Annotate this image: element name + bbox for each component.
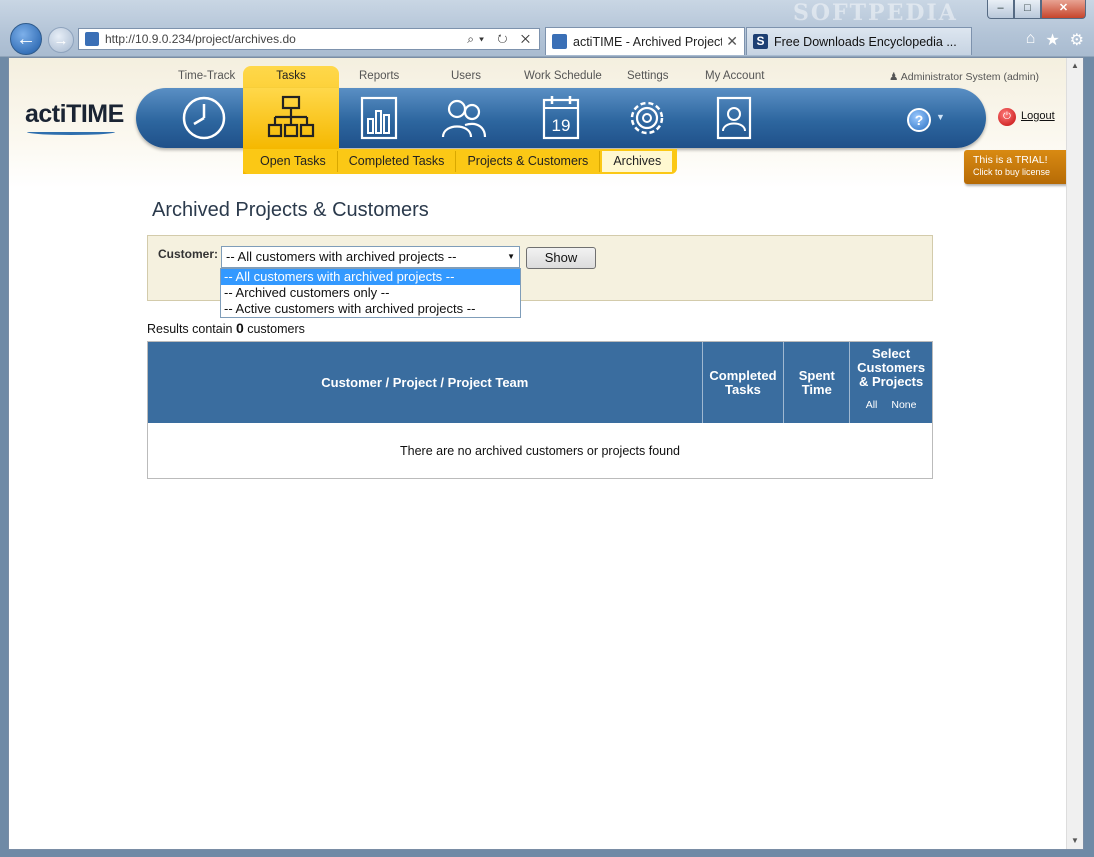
select-option[interactable]: -- All customers with archived projects … [221,269,520,285]
col-completed-l2: Tasks [725,381,761,397]
nav-time-track[interactable]: Time-Track [178,70,235,82]
page-viewport: actiTIME Time-Track Tasks Reports Users … [8,57,1084,850]
results-prefix: Results contain [147,322,233,336]
help-icon[interactable]: ? [907,108,931,132]
tab-favicon [552,34,567,49]
tasks-hierarchy-icon[interactable] [266,93,316,143]
minimize-button[interactable]: – [987,0,1014,19]
address-tools[interactable]: ⌕▾ ↻ ✕ [467,32,539,47]
chevron-down-icon[interactable]: ▼ [936,112,945,122]
select-links: All None [866,398,917,412]
watermark: SOFTPEDIA [793,0,958,26]
actitime-logo[interactable]: actiTIME [25,100,124,129]
softpedia-icon: S [753,34,768,49]
maximize-button[interactable]: □ [1014,0,1041,19]
archive-table: Customer / Project / Project Team Comple… [147,341,933,479]
nav-work-schedule[interactable]: Work Schedule [524,70,602,82]
tab-title: Free Downloads Encyclopedia ... [774,34,957,49]
scroll-up-icon[interactable]: ▲ [1067,58,1083,74]
browser-tab-actitime[interactable]: actiTIME - Archived Project... ✕ [545,27,745,55]
select-option[interactable]: -- Active customers with archived projec… [221,301,520,317]
user-name: Administrator System (admin) [900,71,1040,83]
col-select-l2: Customers [857,360,926,375]
my-account-icon[interactable] [709,93,759,143]
address-url[interactable]: http://10.9.0.234/project/archives.do [105,32,467,46]
subnav-completed-tasks[interactable]: Completed Tasks [338,151,457,172]
tasks-subnav: Open Tasks Completed Tasks Projects & Cu… [243,149,678,174]
back-button[interactable]: ← [10,23,42,55]
nav-reports[interactable]: Reports [359,70,399,82]
select-all-link[interactable]: All [866,398,878,412]
subnav-projects-customers[interactable]: Projects & Customers [456,151,601,172]
customer-select-value: -- All customers with archived projects … [226,249,457,264]
col-completed-l1: Completed [709,367,777,383]
favorites-icon[interactable]: ★ [1045,30,1059,50]
power-icon[interactable]: ⏻ [998,108,1016,126]
scroll-down-icon[interactable]: ▼ [1067,833,1083,849]
reports-chart-icon[interactable] [354,93,404,143]
customer-label: Customer: [158,247,219,261]
tab-title: actiTIME - Archived Project... [573,34,723,49]
col-select: Select Customers & Projects All None [850,342,932,423]
calendar-icon[interactable]: 19 [536,93,586,143]
browser-toolbar-icons: ⌂ ★ ⚙ [1026,30,1084,50]
subnav-archives[interactable]: Archives [602,151,673,172]
home-icon[interactable]: ⌂ [1026,30,1036,50]
col-spent-time: Spent Time [784,342,851,423]
window-controls: – □ ✕ [987,0,1086,19]
browser-tab-softpedia[interactable]: S Free Downloads Encyclopedia ... [746,27,972,55]
arrow-left-icon: ← [16,27,36,50]
page-favicon [85,32,99,46]
user-icon: ♟ [889,71,901,83]
subnav-open-tasks[interactable]: Open Tasks [249,151,338,172]
results-suffix: customers [247,322,305,336]
select-option[interactable]: -- Archived customers only -- [221,285,520,301]
table-header: Customer / Project / Project Team Comple… [148,342,932,423]
forward-button[interactable]: → [48,27,74,53]
browser-chrome: SOFTPEDIA – □ ✕ ← → http://10.9.0.234/pr… [0,0,1094,57]
logout-link[interactable]: Logout [1021,110,1055,122]
trial-buy-link[interactable]: Click to buy license [973,166,1067,178]
nav-my-account[interactable]: My Account [705,70,764,82]
col-spent-l1: Spent [798,367,835,383]
arrow-right-icon: → [53,31,69,49]
trial-banner[interactable]: This is a TRIAL! Click to buy license [964,150,1067,184]
nav-tasks[interactable]: Tasks [243,70,339,82]
svg-text:19: 19 [552,116,571,135]
empty-message: There are no archived customers or proje… [148,423,932,478]
close-tab-icon[interactable]: ✕ [726,33,738,50]
page-title: Archived Projects & Customers [152,199,429,221]
close-button[interactable]: ✕ [1041,0,1086,19]
logo-swoosh [27,129,115,135]
customer-select-dropdown: -- All customers with archived projects … [220,268,521,318]
app-header: actiTIME Time-Track Tasks Reports Users … [9,58,1067,188]
col-customer-project: Customer / Project / Project Team [148,342,703,423]
settings-gear-icon[interactable] [622,93,672,143]
dropdown-arrow-icon[interactable]: ▼ [507,247,515,267]
col-spent-l2: Time [801,381,832,397]
address-bar[interactable]: http://10.9.0.234/project/archives.do ⌕▾… [78,28,540,50]
col-select-l3: & Projects [858,374,924,389]
col-completed-tasks: Completed Tasks [703,342,785,423]
show-button[interactable]: Show [526,247,596,269]
nav-settings[interactable]: Settings [627,70,669,82]
current-user: ♟ Administrator System (admin) [889,71,1039,83]
clock-icon[interactable] [179,93,229,143]
results-count: 0 [235,320,244,336]
results-summary: Results contain 0 customers [147,320,305,336]
users-icon[interactable] [439,93,489,143]
nav-users[interactable]: Users [451,70,481,82]
trial-title: This is a TRIAL! [973,154,1048,166]
col-select-l1: Select [871,346,911,361]
vertical-scrollbar[interactable]: ▲ ▼ [1066,58,1083,849]
customer-select[interactable]: -- All customers with archived projects … [221,246,520,268]
select-none-link[interactable]: None [891,398,916,412]
tools-icon[interactable]: ⚙ [1070,30,1084,50]
